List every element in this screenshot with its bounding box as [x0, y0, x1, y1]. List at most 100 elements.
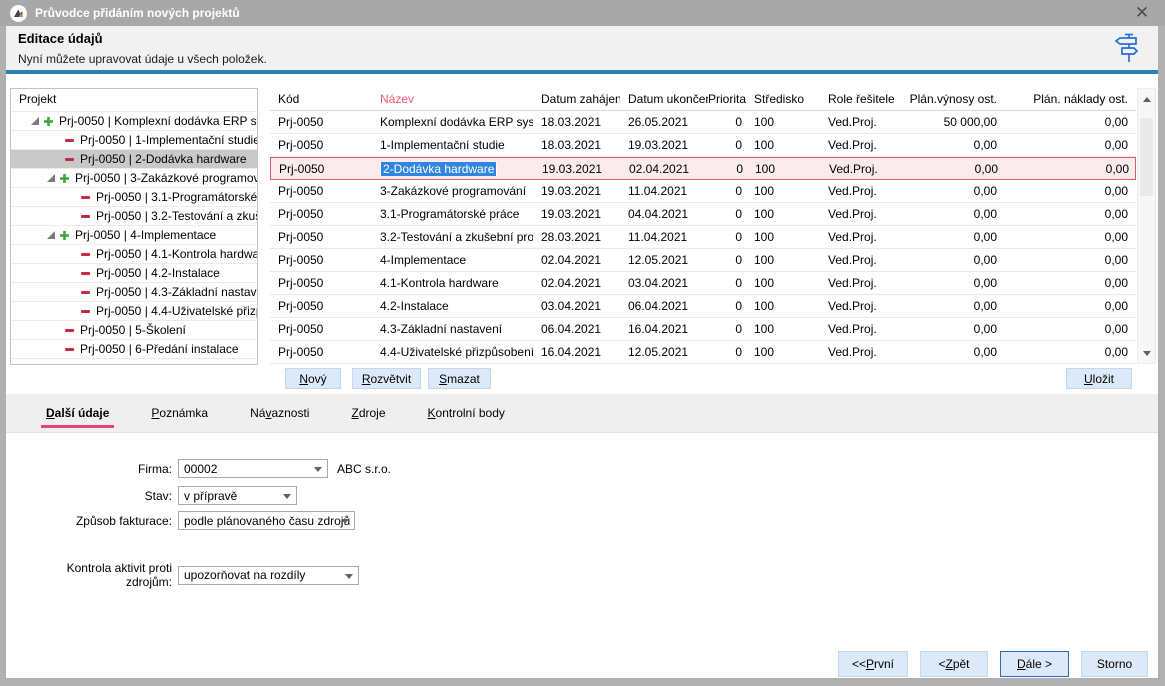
- expander-icon[interactable]: [47, 174, 55, 182]
- chevron-down-icon: [283, 494, 291, 499]
- close-icon[interactable]: ✕: [1125, 0, 1159, 26]
- table-cell: 4-Implementace: [372, 253, 533, 267]
- save-button[interactable]: Uložit: [1066, 368, 1132, 389]
- column-header[interactable]: Středisko: [746, 92, 820, 106]
- table-cell: 19.03.2021: [533, 184, 620, 198]
- table-cell: Prj-0050: [270, 115, 372, 129]
- table-row[interactable]: Prj-00503.1-Programátorské práce19.03.20…: [270, 203, 1136, 226]
- delete-button[interactable]: Smazat: [428, 368, 491, 389]
- minus-icon: [65, 345, 74, 354]
- tree-item[interactable]: Prj-0050 | 4-Implementace: [11, 225, 257, 244]
- tree-item[interactable]: Prj-0050 | 4.4-Uživatelské přizp...: [11, 301, 257, 320]
- tree-item[interactable]: Prj-0050 | 1-Implementační studie: [11, 130, 257, 149]
- table-cell: Ved.Proj.: [820, 299, 905, 313]
- tree-item[interactable]: Prj-0050 | 6-Předání instalace: [11, 339, 257, 358]
- next-button[interactable]: Dále >: [1000, 651, 1069, 677]
- stav-select[interactable]: v přípravě: [178, 486, 297, 505]
- table-cell: 11.04.2021: [620, 230, 708, 244]
- back-button[interactable]: < Zpět: [920, 651, 988, 677]
- fakturace-row: Způsob fakturace: podle plánovaného času…: [20, 511, 355, 530]
- table-cell: 100: [746, 253, 820, 267]
- column-header[interactable]: Název: [372, 92, 533, 106]
- tab-n-vaznosti[interactable]: Návaznosti: [250, 394, 309, 432]
- expander-icon[interactable]: [47, 231, 55, 239]
- table-cell: 100: [746, 138, 820, 152]
- tree-empty-row: [11, 358, 257, 365]
- table-row[interactable]: Prj-00501-Implementační studie18.03.2021…: [270, 134, 1136, 157]
- tab-pozn-mka[interactable]: Poznámka: [151, 394, 208, 432]
- stav-label: Stav:: [20, 489, 172, 503]
- cancel-button[interactable]: Storno: [1081, 651, 1148, 677]
- table-cell: Prj-0050: [270, 230, 372, 244]
- tree-item[interactable]: Prj-0050 | 4.2-Instalace: [11, 263, 257, 282]
- table-row[interactable]: Prj-00504.4-Uživatelské přizpůsobení16.0…: [270, 341, 1136, 364]
- minus-icon: [81, 288, 90, 297]
- table-cell: 4.1-Kontrola hardware: [372, 276, 533, 290]
- table-row[interactable]: Prj-00503-Zakázkové programování19.03.20…: [270, 180, 1136, 203]
- table-cell: Ved.Proj.: [820, 207, 905, 221]
- expander-icon[interactable]: [31, 117, 39, 125]
- project-tree: Projekt Prj-0050 | Komplexní dodávka ERP…: [10, 88, 258, 365]
- table-cell: 0,00: [1003, 276, 1136, 290]
- table-row[interactable]: Prj-0050Komplexní dodávka ERP systému18.…: [270, 111, 1136, 134]
- column-header[interactable]: Kód: [270, 92, 372, 106]
- table-cell: 3-Zakázkové programování: [372, 184, 533, 198]
- table-cell: Prj-0050: [270, 184, 372, 198]
- column-header[interactable]: Datum zahájení: [533, 92, 620, 106]
- kontrola-select[interactable]: upozorňovat na rozdíly: [178, 566, 359, 585]
- fakturace-select[interactable]: podle plánovaného času zdrojů: [178, 511, 355, 530]
- firma-select[interactable]: 00002: [178, 459, 328, 478]
- table-row[interactable]: Prj-00504.1-Kontrola hardware02.04.20210…: [270, 272, 1136, 295]
- tab-kontroln-body[interactable]: Kontrolní body: [428, 394, 505, 432]
- tree-item[interactable]: Prj-0050 | 4.3-Základní nastavení: [11, 282, 257, 301]
- tree-item[interactable]: Prj-0050 | Komplexní dodávka ERP syst...: [11, 111, 257, 130]
- app-logo-icon: [10, 5, 27, 22]
- tree-item-label: Prj-0050 | 3.1-Programátorské ...: [96, 190, 257, 204]
- table-cell: Prj-0050: [270, 276, 372, 290]
- tree-item[interactable]: Prj-0050 | 2-Dodávka hardware: [11, 149, 257, 168]
- grid-scrollbar[interactable]: [1137, 88, 1156, 364]
- firma-label: Firma:: [20, 462, 172, 476]
- new-button[interactable]: Nový: [285, 368, 341, 389]
- table-row[interactable]: Prj-00504.2-Instalace03.04.202106.04.202…: [270, 295, 1136, 318]
- table-row[interactable]: Prj-00504-Implementace02.04.202112.05.20…: [270, 249, 1136, 272]
- tree-item[interactable]: Prj-0050 | 3.2-Testování a zkuš...: [11, 206, 257, 225]
- table-cell: 0,00: [905, 253, 1003, 267]
- table-cell: 0,00: [1003, 138, 1136, 152]
- table-cell: 16.04.2021: [620, 322, 708, 336]
- table-cell: 18.03.2021: [533, 115, 620, 129]
- table-row-selected[interactable]: Prj-00502-Dodávka hardware19.03.202102.0…: [270, 157, 1136, 180]
- tab-dal-daje[interactable]: Další údaje: [46, 394, 109, 432]
- inline-editor[interactable]: 2-Dodávka hardware: [381, 162, 496, 176]
- table-cell: 0,00: [905, 138, 1003, 152]
- column-header[interactable]: Plán. náklady ost.: [1003, 92, 1136, 106]
- column-header[interactable]: Plán.výnosy ost.: [905, 92, 1003, 106]
- dialog-border-bottom: [0, 678, 1165, 686]
- tree-item[interactable]: Prj-0050 | 3.1-Programátorské ...: [11, 187, 257, 206]
- table-row[interactable]: Prj-00503.2-Testování a zkušební provoz2…: [270, 226, 1136, 249]
- column-header[interactable]: Datum ukončení: [620, 92, 708, 106]
- tree-item[interactable]: Prj-0050 | 3-Zakázkové programování: [11, 168, 257, 187]
- table-cell: 0: [708, 299, 746, 313]
- scroll-up-icon[interactable]: [1138, 91, 1155, 107]
- table-row[interactable]: Prj-00504.3-Základní nastavení06.04.2021…: [270, 318, 1136, 341]
- first-button[interactable]: << První: [838, 651, 908, 677]
- column-header[interactable]: Priorita: [708, 92, 746, 106]
- table-cell: 18.03.2021: [533, 138, 620, 152]
- table-cell: 11.04.2021: [620, 184, 708, 198]
- table-cell: Prj-0050: [270, 253, 372, 267]
- table-cell: 0,00: [905, 345, 1003, 359]
- table-cell: 19.03.2021: [620, 138, 708, 152]
- tab-zdroje[interactable]: Zdroje: [351, 394, 385, 432]
- tree-item[interactable]: Prj-0050 | 5-Školení: [11, 320, 257, 339]
- table-cell: 04.04.2021: [620, 207, 708, 221]
- grid-header-row: KódNázevDatum zahájeníDatum ukončeníPrio…: [270, 88, 1136, 111]
- branch-button[interactable]: Rozvětvit: [352, 368, 421, 389]
- tree-item[interactable]: Prj-0050 | 4.1-Kontrola hardware: [11, 244, 257, 263]
- table-cell: Prj-0050: [270, 138, 372, 152]
- scrollbar-thumb[interactable]: [1140, 118, 1153, 196]
- table-cell: 0,00: [1003, 115, 1136, 129]
- table-cell: 28.03.2021: [533, 230, 620, 244]
- column-header[interactable]: Role řešitele: [820, 92, 905, 106]
- scroll-down-icon[interactable]: [1138, 345, 1155, 361]
